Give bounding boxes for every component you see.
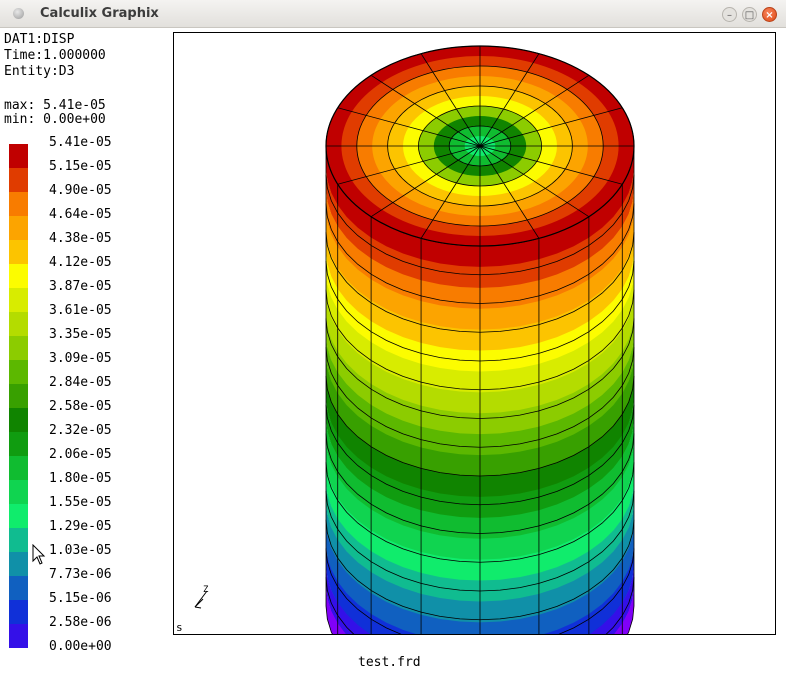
legend-swatch: [9, 336, 28, 360]
graphics-viewport[interactable]: Z s: [173, 32, 776, 635]
legend-label: 5.15e-05: [49, 159, 112, 174]
minimize-button[interactable]: –: [722, 7, 737, 22]
legend-swatch: [9, 504, 28, 528]
legend-swatch: [9, 528, 28, 552]
legend-swatch: [9, 288, 28, 312]
axis-triad-x-line: [194, 598, 204, 608]
entity-label: Entity:D3: [4, 64, 75, 79]
legend-swatch: [9, 600, 28, 624]
legend-swatch: [9, 480, 28, 504]
legend-swatch: [9, 360, 28, 384]
mouse-pointer-icon: [32, 544, 46, 565]
legend-label: 4.12e-05: [49, 255, 112, 270]
legend-label: 3.61e-05: [49, 303, 112, 318]
legend-label: 2.58e-06: [49, 615, 112, 630]
legend-label: 4.38e-05: [49, 231, 112, 246]
legend-label: 1.55e-05: [49, 495, 112, 510]
legend-label: 2.84e-05: [49, 375, 112, 390]
legend-swatch: [9, 552, 28, 576]
legend-label: 2.58e-05: [49, 399, 112, 414]
legend-label: 3.35e-05: [49, 327, 112, 342]
legend-swatch: [9, 576, 28, 600]
legend-label: 4.90e-05: [49, 183, 112, 198]
legend-swatch: [9, 456, 28, 480]
legend-label: 0.00e+00: [49, 639, 112, 654]
min-value-label: min: 0.00e+00: [4, 112, 106, 127]
legend-swatch: [9, 432, 28, 456]
maximize-button[interactable]: □: [742, 7, 757, 22]
legend-swatch: [9, 144, 28, 168]
legend-swatch: [9, 384, 28, 408]
legend-label: 3.09e-05: [49, 351, 112, 366]
window-title: Calculix Graphix: [40, 6, 159, 21]
viewport-corner-label: s: [176, 621, 183, 634]
legend-label: 5.41e-05: [49, 135, 112, 150]
legend-label: 1.80e-05: [49, 471, 112, 486]
legend-label: 7.73e-06: [49, 567, 112, 582]
legend-swatch: [9, 264, 28, 288]
legend-label: 3.87e-05: [49, 279, 112, 294]
close-button[interactable]: ×: [762, 7, 777, 22]
legend-label: 1.29e-05: [49, 519, 112, 534]
filename-label: test.frd: [358, 655, 421, 670]
legend-label: 2.32e-05: [49, 423, 112, 438]
axis-z-label: Z: [203, 585, 209, 595]
legend-swatch: [9, 192, 28, 216]
legend-swatch: [9, 240, 28, 264]
time-label: Time:1.000000: [4, 48, 106, 63]
legend-swatch: [9, 312, 28, 336]
legend-label: 2.06e-05: [49, 447, 112, 462]
legend-swatch: [9, 168, 28, 192]
legend-label: 4.64e-05: [49, 207, 112, 222]
dataset-label: DAT1:DISP: [4, 32, 75, 47]
legend-swatch: [9, 408, 28, 432]
legend-label: 1.03e-05: [49, 543, 112, 558]
title-bar[interactable]: Calculix Graphix – □ ×: [0, 0, 786, 28]
axis-triad: Z: [194, 585, 209, 609]
legend-swatch: [9, 216, 28, 240]
app-menu-icon[interactable]: [13, 8, 24, 19]
legend-label: 5.15e-06: [49, 591, 112, 606]
axis-triad-y-line: [194, 606, 202, 609]
legend-swatch: [9, 624, 28, 648]
